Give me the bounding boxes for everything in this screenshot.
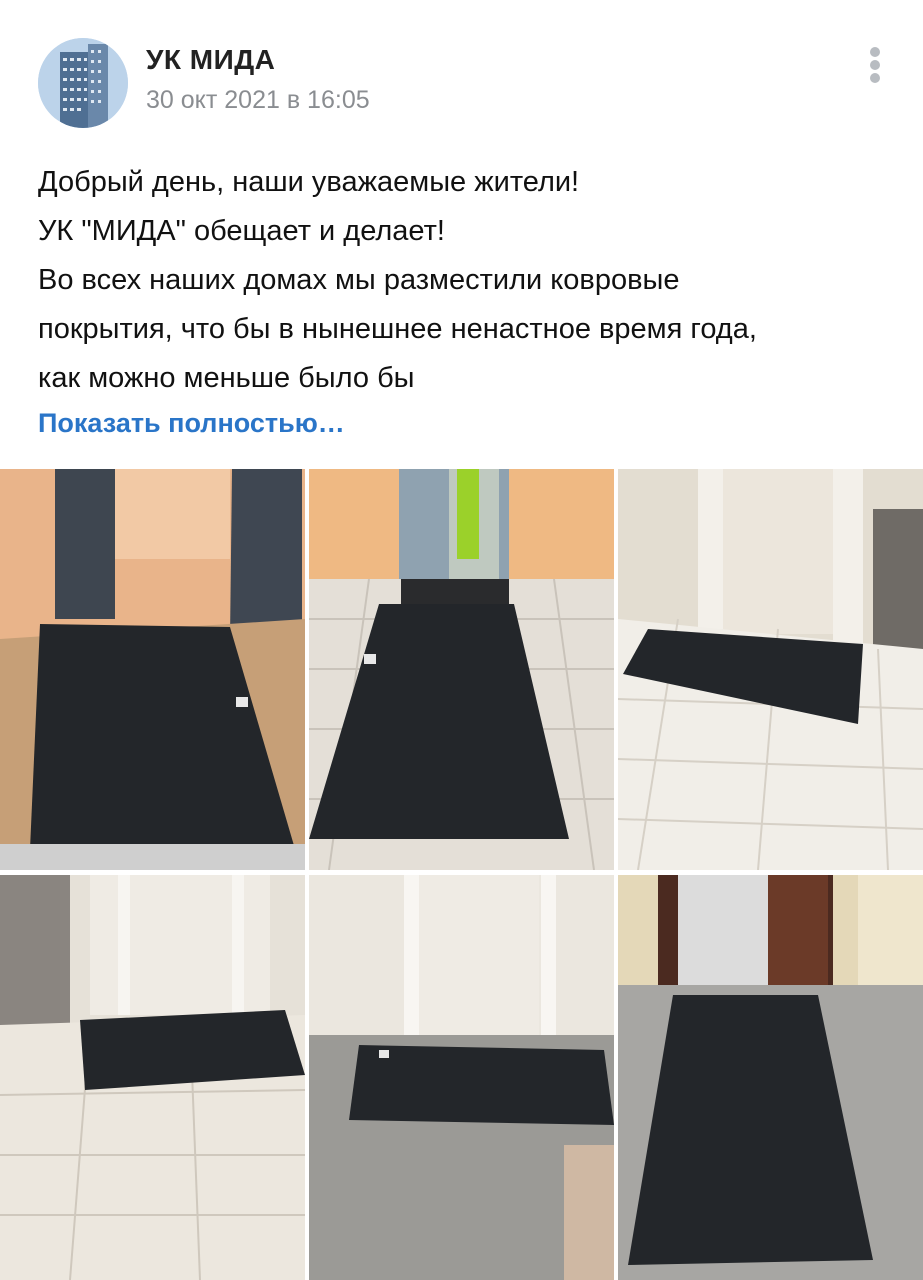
post-header: УК МИДА 30 окт 2021 в 16:05: [0, 0, 923, 150]
post-text-line: Добрый день, наши уважаемые жители!: [38, 166, 580, 198]
photo-3[interactable]: [618, 469, 923, 870]
show-more-link[interactable]: Показать полностью…: [38, 408, 345, 439]
photo-4[interactable]: [0, 875, 305, 1280]
photo-2[interactable]: [309, 469, 614, 870]
photo-1[interactable]: [0, 469, 305, 870]
photo-6[interactable]: [618, 875, 923, 1280]
more-options-icon[interactable]: [862, 44, 888, 90]
author-name[interactable]: УК МИДА: [146, 44, 275, 76]
post-text-line: УК "МИДА" обещает и делает!: [38, 215, 445, 247]
photo-5[interactable]: [309, 875, 614, 1280]
post-text-line: Во всех наших домах мы разместили ковров…: [38, 264, 680, 296]
post-timestamp[interactable]: 30 окт 2021 в 16:05: [146, 86, 370, 115]
post-text: Добрый день, наши уважаемые жители! УК "…: [38, 158, 898, 403]
post-text-line: покрытия, что бы в нынешнее ненастное вр…: [38, 313, 757, 345]
avatar[interactable]: [38, 38, 128, 128]
post-text-line: как можно меньше было бы: [38, 362, 415, 394]
